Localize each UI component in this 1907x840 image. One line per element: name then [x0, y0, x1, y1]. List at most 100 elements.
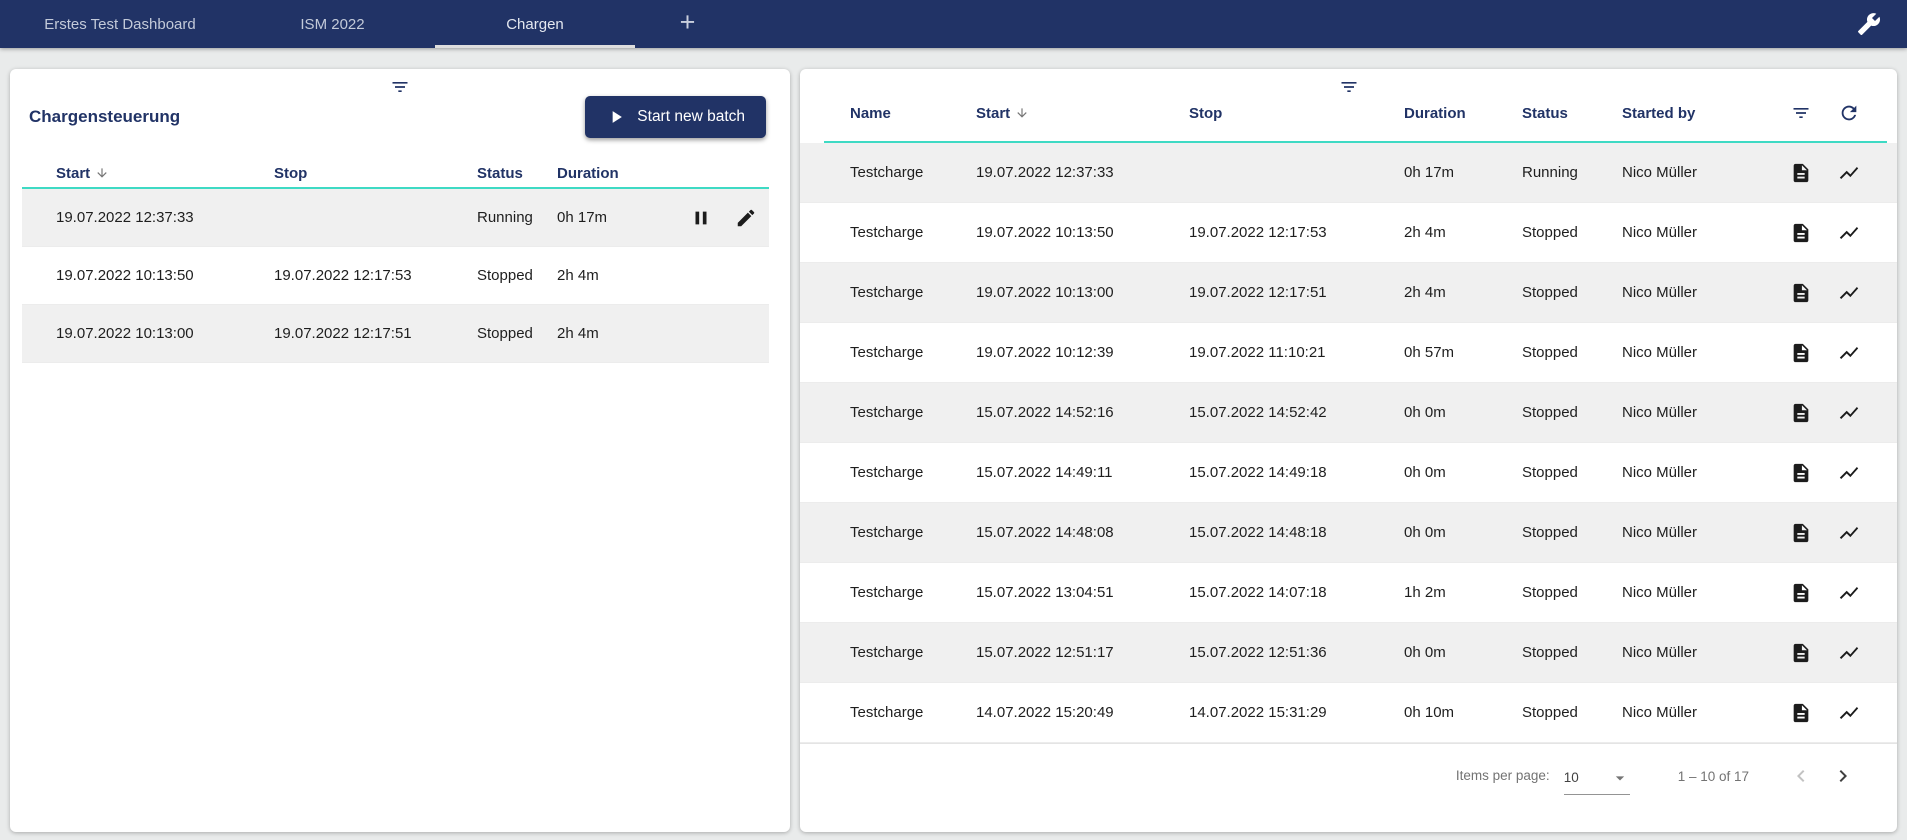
cell-started-by: Nico Müller — [1622, 644, 1772, 661]
pause-icon — [690, 207, 712, 229]
next-page-button[interactable] — [1831, 764, 1855, 788]
add-dashboard-tab-button[interactable]: + — [635, 0, 740, 48]
dashboard-content: Chargensteuerung Start new batch Start S… — [0, 48, 1907, 832]
batch-history-table-row: Testcharge 19.07.2022 12:37:33 0h 17m Ru… — [800, 143, 1897, 203]
start-new-batch-button[interactable]: Start new batch — [585, 96, 766, 138]
cell-start: 19.07.2022 10:13:00 — [56, 325, 274, 342]
batch-history-filter-button[interactable] — [1339, 77, 1359, 97]
column-header-status[interactable]: Status — [477, 165, 557, 182]
cell-duration: 0h 0m — [1404, 404, 1522, 421]
batch-history-table-row: Testcharge 15.07.2022 13:04:51 15.07.202… — [800, 563, 1897, 623]
line-chart-icon — [1838, 282, 1860, 304]
previous-page-button[interactable] — [1789, 764, 1813, 788]
chevron-left-icon — [1789, 776, 1813, 791]
batch-report-button[interactable] — [1777, 702, 1825, 724]
filter-list-icon — [390, 84, 410, 101]
batch-history-table-row: Testcharge 15.07.2022 12:51:17 15.07.202… — [800, 623, 1897, 683]
cell-status: Stopped — [1522, 704, 1622, 721]
document-icon — [1790, 342, 1812, 364]
cell-status: Stopped — [1522, 584, 1622, 601]
batch-control-table-header: Start Stop Status Duration — [22, 159, 769, 189]
batch-report-button[interactable] — [1777, 282, 1825, 304]
cell-start: 14.07.2022 15:20:49 — [976, 704, 1189, 721]
batch-report-button[interactable] — [1777, 342, 1825, 364]
cell-stop: 15.07.2022 14:52:42 — [1189, 404, 1404, 421]
batch-report-button[interactable] — [1777, 462, 1825, 484]
settings-button[interactable] — [1857, 0, 1907, 48]
cell-duration: 2h 4m — [1404, 284, 1522, 301]
batch-history-table-row: Testcharge 14.07.2022 15:20:49 14.07.202… — [800, 683, 1897, 743]
cell-start: 19.07.2022 10:13:50 — [56, 267, 274, 284]
column-header-stop[interactable]: Stop — [1189, 105, 1404, 122]
column-header-stop[interactable]: Stop — [274, 165, 477, 182]
column-header-start[interactable]: Start — [56, 165, 274, 182]
cell-name: Testcharge — [850, 584, 976, 601]
batch-chart-button[interactable] — [1825, 342, 1873, 364]
line-chart-icon — [1838, 162, 1860, 184]
cell-start: 19.07.2022 10:13:00 — [976, 284, 1189, 301]
cell-stop: 14.07.2022 15:31:29 — [1189, 704, 1404, 721]
column-header-started-by[interactable]: Started by — [1622, 105, 1772, 122]
tab-ism-2022[interactable]: ISM 2022 — [230, 0, 435, 48]
cell-stop: 15.07.2022 14:48:18 — [1189, 524, 1404, 541]
sort-descending-icon — [95, 166, 109, 180]
batch-history-table-row: Testcharge 19.07.2022 10:12:39 19.07.202… — [800, 323, 1897, 383]
document-icon — [1790, 462, 1812, 484]
cell-status: Stopped — [1522, 224, 1622, 241]
tab-erstes-test-dashboard[interactable]: Erstes Test Dashboard — [10, 0, 230, 48]
batch-chart-button[interactable] — [1825, 402, 1873, 424]
cell-start: 15.07.2022 14:52:16 — [976, 404, 1189, 421]
batch-report-button[interactable] — [1777, 162, 1825, 184]
batch-report-button[interactable] — [1777, 522, 1825, 544]
page-size-select[interactable]: 10 — [1564, 768, 1630, 795]
cell-name: Testcharge — [850, 164, 976, 181]
batch-control-table: Start Stop Status Duration 19.07.2022 12… — [22, 159, 769, 363]
document-icon — [1790, 522, 1812, 544]
cell-duration: 2h 4m — [557, 267, 657, 284]
batch-report-button[interactable] — [1777, 582, 1825, 604]
cell-start: 15.07.2022 14:48:08 — [976, 524, 1189, 541]
batch-control-filter-button[interactable] — [390, 77, 410, 97]
batch-history-table-body: Testcharge 19.07.2022 12:37:33 0h 17m Ru… — [800, 143, 1897, 743]
batch-chart-button[interactable] — [1825, 522, 1873, 544]
column-header-duration[interactable]: Duration — [1404, 105, 1522, 122]
cell-stop: 19.07.2022 12:17:51 — [274, 325, 477, 342]
batch-report-button[interactable] — [1777, 222, 1825, 244]
cell-name: Testcharge — [850, 224, 976, 241]
edit-batch-button[interactable] — [723, 207, 769, 229]
batch-chart-button[interactable] — [1825, 702, 1873, 724]
batch-chart-button[interactable] — [1825, 582, 1873, 604]
column-header-start[interactable]: Start — [976, 105, 1189, 122]
column-header-status[interactable]: Status — [1522, 105, 1622, 122]
batch-chart-button[interactable] — [1825, 282, 1873, 304]
batch-chart-button[interactable] — [1825, 162, 1873, 184]
column-header-duration[interactable]: Duration — [557, 165, 657, 182]
batch-report-button[interactable] — [1777, 402, 1825, 424]
line-chart-icon — [1838, 402, 1860, 424]
cell-started-by: Nico Müller — [1622, 344, 1772, 361]
line-chart-icon — [1838, 222, 1860, 244]
batch-chart-button[interactable] — [1825, 222, 1873, 244]
pause-batch-button[interactable] — [679, 207, 723, 229]
cell-started-by: Nico Müller — [1622, 524, 1772, 541]
cell-name: Testcharge — [850, 704, 976, 721]
cell-duration: 1h 2m — [1404, 584, 1522, 601]
column-header-name[interactable]: Name — [850, 105, 976, 122]
dropdown-arrow-icon — [1610, 768, 1630, 788]
refresh-button[interactable] — [1825, 102, 1873, 124]
batch-chart-button[interactable] — [1825, 642, 1873, 664]
batch-control-table-row: 19.07.2022 10:13:00 19.07.2022 12:17:51 … — [22, 305, 769, 363]
cell-status: Stopped — [477, 325, 557, 342]
cell-start: 19.07.2022 12:37:33 — [56, 209, 274, 226]
cell-started-by: Nico Müller — [1622, 284, 1772, 301]
batch-report-button[interactable] — [1777, 642, 1825, 664]
line-chart-icon — [1838, 702, 1860, 724]
tab-chargen[interactable]: Chargen — [435, 0, 635, 48]
cell-duration: 0h 0m — [1404, 644, 1522, 661]
cell-status: Stopped — [1522, 344, 1622, 361]
batch-chart-button[interactable] — [1825, 462, 1873, 484]
table-filter-button[interactable] — [1777, 103, 1825, 123]
batch-control-table-body: 19.07.2022 12:37:33 Running 0h 17m 19.07… — [22, 189, 769, 363]
line-chart-icon — [1838, 462, 1860, 484]
cell-duration: 0h 0m — [1404, 464, 1522, 481]
